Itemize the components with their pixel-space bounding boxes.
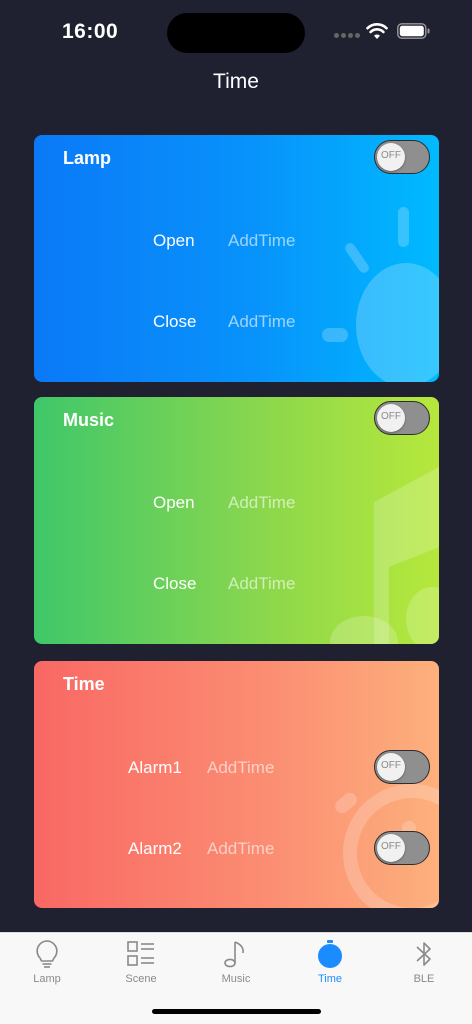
wifi-icon — [366, 23, 388, 39]
music-note-icon — [224, 941, 244, 968]
page-title: Time — [213, 70, 259, 93]
music-open-label: Open — [153, 493, 195, 512]
lamp-power-toggle[interactable]: OFF — [374, 140, 430, 174]
alarm1-toggle[interactable]: OFF — [374, 750, 430, 784]
music-close-addtime[interactable]: AddTime — [228, 574, 295, 594]
time-card-title: Time — [63, 674, 105, 694]
alarm2-label: Alarm2 — [128, 839, 182, 858]
lamp-card: Lamp OFF Open AddTime Close AddTime — [34, 135, 439, 382]
battery-icon — [397, 23, 430, 39]
tab-scene-label: Scene — [125, 973, 157, 985]
cellular-signal-icon — [334, 33, 360, 39]
status-time: 16:00 — [62, 20, 119, 43]
music-note-decoration-icon — [330, 467, 439, 644]
dynamic-island — [167, 13, 305, 53]
tab-time-label: Time — [317, 973, 343, 985]
app-screen: 16:00 Time Lamp OFF Open AddTime Close A… — [0, 0, 472, 1024]
tab-ble-label: BLE — [413, 973, 435, 985]
toggle-off-label: OFF — [381, 841, 401, 852]
alarm2-toggle[interactable]: OFF — [374, 831, 430, 865]
alarm-clock-decoration-icon — [335, 784, 439, 908]
toggle-off-label: OFF — [381, 150, 401, 161]
tab-lamp-label: Lamp — [33, 973, 61, 985]
lamp-close-addtime[interactable]: AddTime — [228, 312, 295, 332]
lamp-open-label: Open — [153, 231, 195, 250]
lamp-open-addtime[interactable]: AddTime — [228, 231, 295, 251]
list-grid-icon — [127, 941, 154, 966]
lamp-close-label: Close — [153, 312, 197, 331]
stopwatch-icon — [318, 940, 342, 968]
music-close-label: Close — [153, 574, 197, 593]
toggle-off-label: OFF — [381, 411, 401, 422]
sun-decoration-icon — [322, 207, 439, 382]
bulb-icon — [36, 940, 58, 968]
time-card: Time Alarm1 AddTime OFF Alarm2 AddTime O… — [34, 661, 439, 908]
tab-lamp[interactable]: Lamp — [17, 939, 77, 991]
music-card: Music OFF Open AddTime Close AddTime — [34, 397, 439, 644]
music-card-title: Music — [63, 410, 115, 430]
tab-scene[interactable]: Scene — [111, 939, 171, 991]
home-indicator — [152, 1009, 321, 1014]
tab-time[interactable]: Time — [300, 939, 360, 991]
tab-music[interactable]: Music — [206, 939, 266, 991]
lamp-card-title: Lamp — [63, 148, 112, 168]
alarm2-addtime[interactable]: AddTime — [207, 839, 274, 859]
alarm1-label: Alarm1 — [128, 758, 182, 777]
bluetooth-icon — [416, 942, 431, 966]
tab-music-label: Music — [221, 973, 251, 985]
alarm1-addtime[interactable]: AddTime — [207, 758, 274, 778]
tab-ble[interactable]: BLE — [394, 939, 454, 991]
music-open-addtime[interactable]: AddTime — [228, 493, 295, 513]
toggle-off-label: OFF — [381, 760, 401, 771]
music-power-toggle[interactable]: OFF — [374, 401, 430, 435]
